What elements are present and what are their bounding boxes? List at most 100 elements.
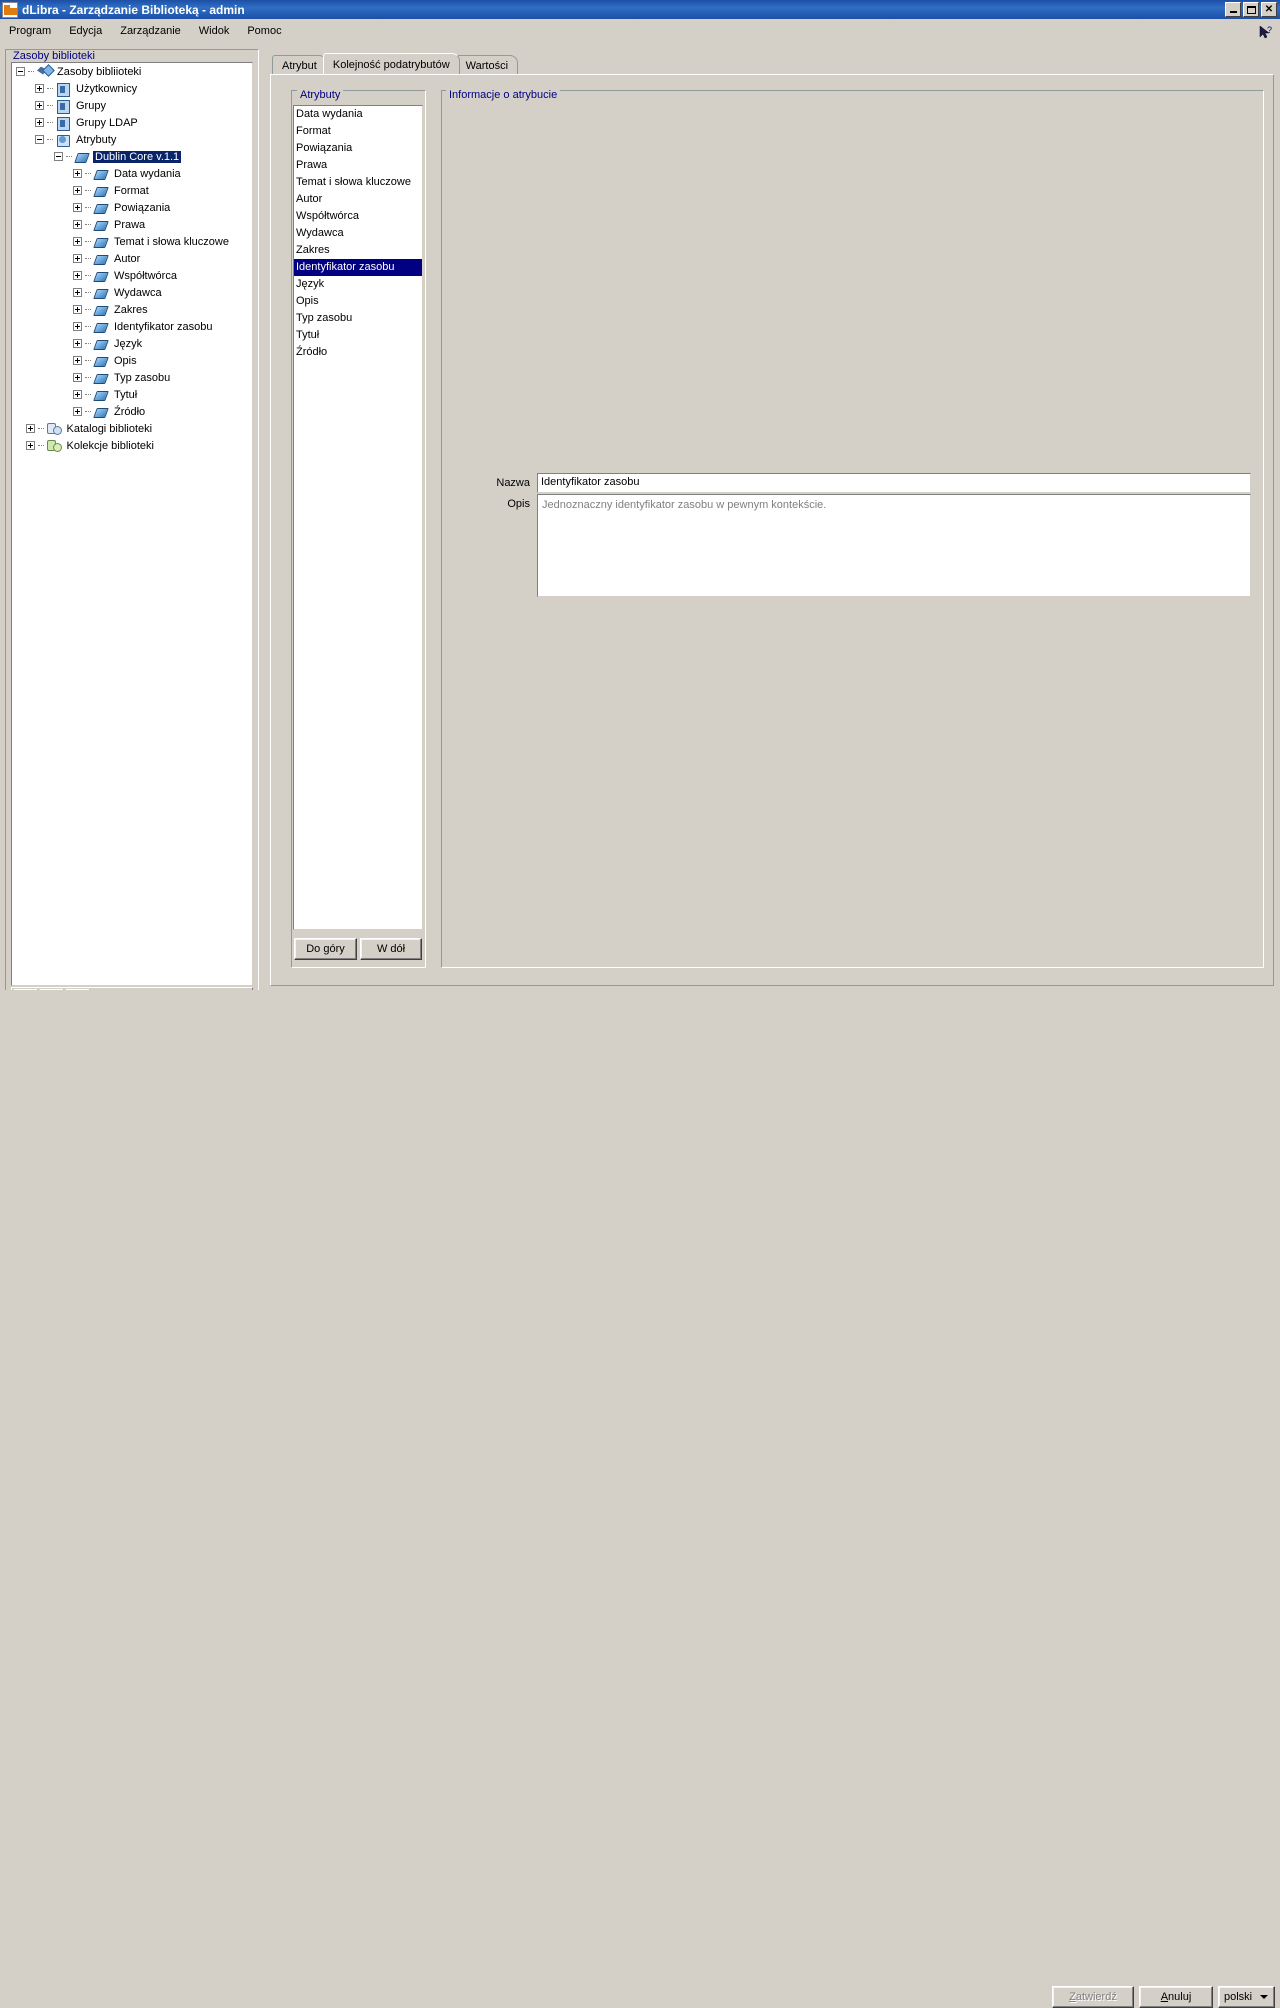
attributes-list[interactable]: Data wydania Format Powiązania Prawa Temat i… [293,105,423,930]
attribute-icon [93,234,109,250]
library-resources-icon [36,64,52,80]
attribute-list-item[interactable]: Opis [294,293,422,310]
menu-item-edycja[interactable]: Edycja [60,22,111,40]
tree-node[interactable]: Temat i słowa kluczowe [12,233,252,250]
tree-node[interactable]: Katalogi biblioteki [12,420,252,437]
expand-icon[interactable] [73,186,82,195]
tree-node[interactable]: Data wydania [12,165,252,182]
attribute-list-item[interactable]: Tytuł [294,327,422,344]
language-select[interactable]: polski [1218,1986,1275,2008]
groups-ldap-icon [55,115,71,131]
attribute-list-item[interactable]: Autor [294,191,422,208]
attribute-list-item[interactable]: Data wydania [294,106,422,123]
tree-node-label: Wydawca [114,286,162,299]
tree-node[interactable]: Autor [12,250,252,267]
expand-icon[interactable] [35,84,44,93]
resources-tree[interactable]: Zasoby bibliioteki Użytkownicy Grupy Grupy … [11,62,253,986]
tree-connector [85,360,91,361]
expand-icon[interactable] [73,373,82,382]
tree-node-label: Grupy LDAP [76,116,138,129]
attribute-list-item[interactable]: Identyfikator zasobu [294,259,422,276]
tab-kolejnosc-podatrybutow[interactable]: Kolejność podatrybutów [322,53,460,74]
tree-node[interactable]: Atrybuty [12,131,252,148]
expand-icon[interactable] [35,118,44,127]
tree-node-label: Identyfikator zasobu [114,320,213,333]
attribute-list-item[interactable]: Język [294,276,422,293]
tabstrip: Atrybut Kolejność podatrybutów Wartości [272,53,519,74]
expand-icon[interactable] [73,407,82,416]
attribute-list-item[interactable]: Współtwórca [294,208,422,225]
catalogs-icon [46,421,62,437]
attribute-list-item[interactable]: Zakres [294,242,422,259]
minimize-button[interactable] [1225,2,1241,17]
attribute-list-item[interactable]: Typ zasobu [294,310,422,327]
expand-icon[interactable] [73,169,82,178]
collapse-icon[interactable] [35,135,44,144]
attribute-icon [93,166,109,182]
tree-node[interactable]: Kolekcje biblioteki [12,437,252,454]
tree-node[interactable]: Dublin Core v.1.1 [12,148,252,165]
move-up-button[interactable]: Do góry [294,938,357,960]
tree-connector [37,428,44,429]
expand-icon[interactable] [73,271,82,280]
tree-node[interactable]: Źródło [12,403,252,420]
tree-connector [85,326,91,327]
expand-icon[interactable] [73,220,82,229]
tab-atrybut[interactable]: Atrybut [272,55,327,74]
expand-icon[interactable] [73,288,82,297]
name-input[interactable]: Identyfikator zasobu [537,473,1251,493]
attribute-list-item[interactable]: Źródło [294,344,422,361]
expand-icon[interactable] [25,441,35,450]
tree-node[interactable]: Współtwórca [12,267,252,284]
expand-icon[interactable] [35,101,44,110]
expand-icon[interactable] [73,356,82,365]
menu-item-widok[interactable]: Widok [190,22,239,40]
tree-node[interactable]: Typ zasobu [12,369,252,386]
confirm-button[interactable]: Zatwierdź [1052,1986,1134,2008]
tree-node[interactable]: Zakres [12,301,252,318]
tree-node[interactable]: Tytuł [12,386,252,403]
menu-item-pomoc[interactable]: Pomoc [238,22,290,40]
attribute-list-item[interactable]: Format [294,123,422,140]
attribute-icon [93,336,109,352]
collapse-icon[interactable] [16,67,25,76]
expand-icon[interactable] [73,254,82,263]
tree-node[interactable]: Język [12,335,252,352]
expand-icon[interactable] [73,339,82,348]
help-arrow-icon[interactable]: ? [1256,23,1276,43]
attribute-list-item[interactable]: Temat i słowa kluczowe [294,174,422,191]
tree-node[interactable]: Powiązania [12,199,252,216]
tree-node[interactable]: Grupy LDAP [12,114,252,131]
maximize-button[interactable] [1243,2,1259,17]
tree-node[interactable]: Zasoby bibliioteki [12,63,252,80]
tree-node[interactable]: Użytkownicy [12,80,252,97]
tree-connector [85,224,91,225]
expand-icon[interactable] [25,424,35,433]
attribute-list-item[interactable]: Prawa [294,157,422,174]
chevron-down-icon[interactable] [1256,1990,1271,2004]
attribute-list-item[interactable]: Wydawca [294,225,422,242]
tree-node[interactable]: Identyfikator zasobu [12,318,252,335]
attribute-list-item[interactable]: Powiązania [294,140,422,157]
attribute-icon [93,370,109,386]
expand-icon[interactable] [73,305,82,314]
tree-node[interactable]: Format [12,182,252,199]
cancel-button[interactable]: Anuluj [1139,1986,1213,2008]
expand-icon[interactable] [73,237,82,246]
tree-node[interactable]: Opis [12,352,252,369]
expand-icon[interactable] [73,322,82,331]
description-textarea[interactable]: Jednoznaczny identyfikator zasobu w pewn… [537,494,1251,597]
move-down-button[interactable]: W dół [360,938,422,960]
tree-node[interactable]: Prawa [12,216,252,233]
expand-icon[interactable] [73,203,82,212]
menu-item-zarzdzanie[interactable]: Zarządzanie [111,22,190,40]
tree-node[interactable]: Wydawca [12,284,252,301]
svg-text:?: ? [1267,25,1272,35]
expand-icon[interactable] [73,390,82,399]
tree-node[interactable]: Grupy [12,97,252,114]
bottom-bar: Zatwierdź Anuluj polski [0,990,1280,2008]
tab-wartosci[interactable]: Wartości [455,55,519,74]
menu-item-program[interactable]: Program [0,22,60,40]
close-button[interactable]: ✕ [1261,2,1277,17]
collapse-icon[interactable] [54,152,63,161]
